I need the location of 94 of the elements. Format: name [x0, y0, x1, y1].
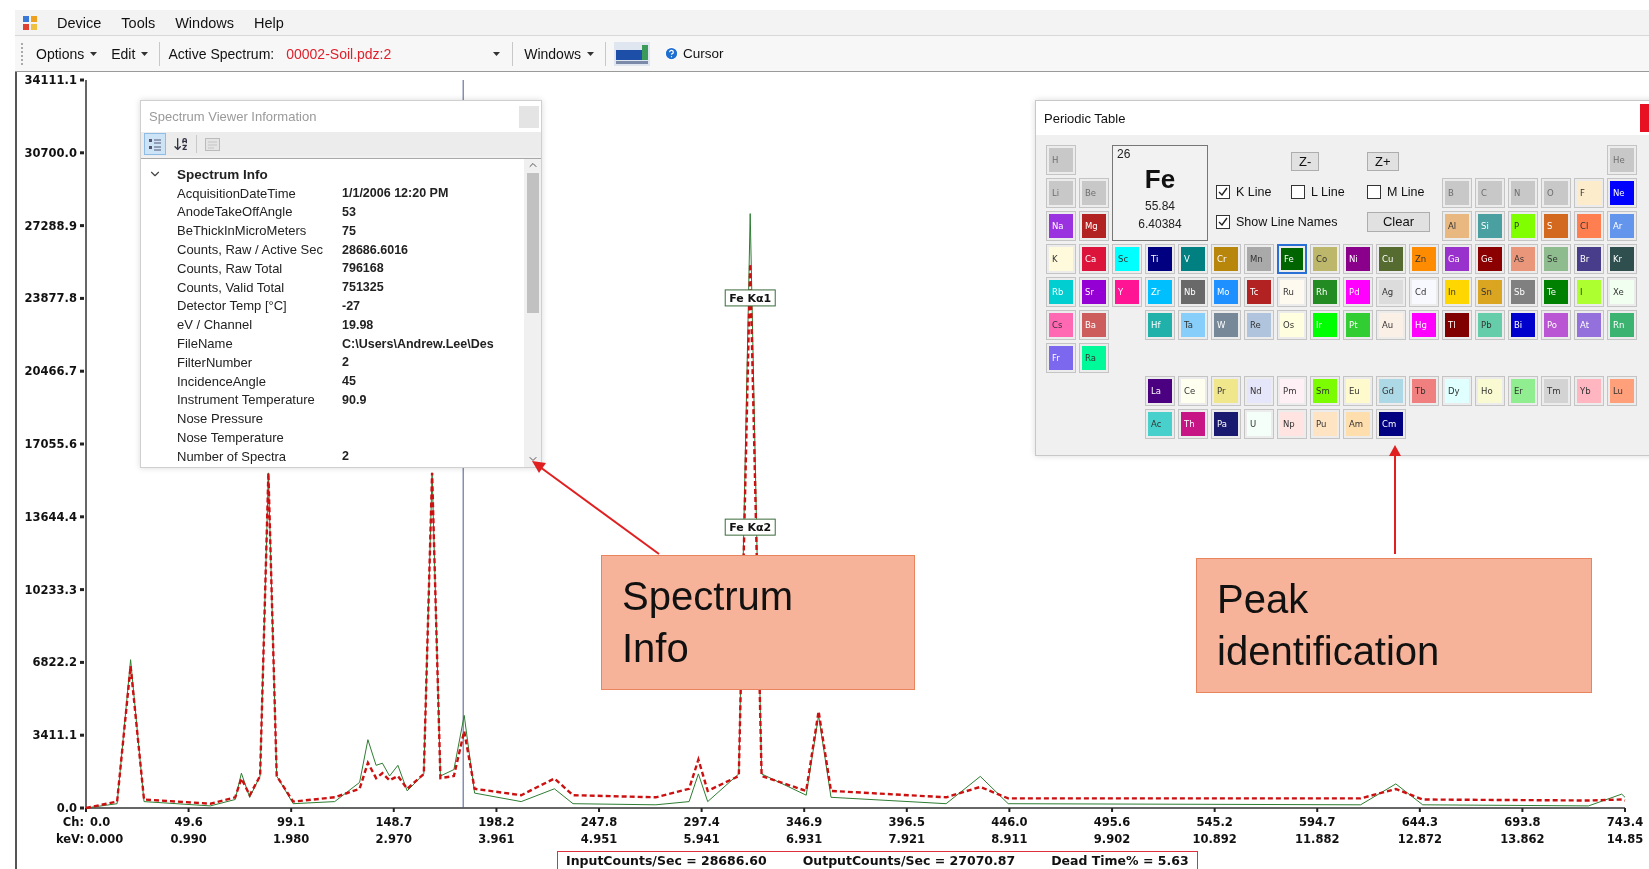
property-value: 90.9: [342, 392, 368, 407]
property-value: 53: [342, 205, 357, 219]
axis-label: keV:: [55, 832, 84, 846]
property-name: IncidenceAngle: [177, 373, 267, 389]
x-tick-label: 148.7: [375, 815, 412, 829]
property-value: 751325: [342, 280, 385, 295]
x-tick-label: 446.0: [991, 815, 1028, 829]
property-name: Detector Temp [°C]: [177, 298, 288, 314]
property-value: C:\Users\Andrew.Lee\Des: [342, 336, 495, 351]
status-text: Dead Time% = 5.63: [1051, 853, 1189, 868]
element-symbol: Fe: [1144, 164, 1176, 195]
property-value: 19.98: [342, 317, 375, 332]
y-tick-label: 23877.8: [24, 291, 77, 306]
property-value: -27: [342, 298, 362, 313]
x-tick-label: 198.2: [478, 815, 515, 829]
category-label: Spectrum Info: [176, 166, 268, 182]
checkbox-label: M Line: [1387, 184, 1425, 199]
x-tick-label: 49.6: [174, 815, 203, 829]
x-tick-label: 12.872: [1397, 832, 1442, 846]
x-tick-label: 644.3: [1401, 815, 1438, 829]
x-tick-label: 0.0: [90, 815, 111, 829]
property-value: 45: [342, 374, 357, 389]
x-tick-label: 2.970: [375, 832, 412, 846]
annotation: Fe Kα2: [729, 521, 772, 535]
property-name: FileName: [177, 336, 234, 352]
window-title: Periodic Table: [1044, 110, 1126, 126]
property-value: 796168: [342, 261, 385, 276]
property-value: 1/1/2006 12:20 PM: [342, 186, 450, 201]
x-tick-label: 13.862: [1500, 832, 1545, 846]
x-tick-label: 9.902: [1093, 832, 1131, 846]
x-tick-label: 14.85: [1606, 832, 1644, 846]
property-name: Counts, Raw / Active Sec: [177, 242, 324, 258]
atomic-mass: 55.84: [1145, 199, 1175, 213]
x-tick-label: 4.951: [580, 832, 618, 846]
y-tick-label: 3411.1: [32, 728, 77, 743]
x-tick-label: 0.990: [170, 832, 207, 846]
property-name: BeThickInMicroMeters: [177, 223, 308, 239]
y-tick-label: 27288.9: [24, 218, 77, 233]
x-tick-label: 693.8: [1504, 815, 1541, 829]
property-value: 75: [342, 223, 357, 238]
property-name: AnodeTakeOffAngle: [177, 204, 294, 220]
checkbox-label: Show Line Names: [1236, 214, 1338, 229]
x-tick-label: 743.4: [1606, 815, 1644, 829]
y-tick-label: 20466.7: [24, 364, 77, 379]
x-tick-label: 8.911: [991, 832, 1028, 846]
y-tick-label: 17055.6: [24, 437, 77, 451]
property-name: Instrument Temperature: [177, 392, 316, 408]
peak-label: Fe Kα1: [724, 289, 776, 307]
property-value: 28686.6016: [342, 242, 410, 257]
property-name: Nose Pressure: [177, 411, 264, 427]
x-tick-label: 594.7: [1299, 815, 1336, 829]
checkbox-label: K Line: [1236, 184, 1272, 199]
x-tick-label: 0.000: [87, 832, 124, 846]
x-tick-label: 7.921: [888, 832, 925, 846]
x-tick-label: 3.961: [478, 832, 515, 846]
line-energy: 6.40384: [1138, 217, 1182, 231]
annotation: Fe Kα1: [729, 291, 772, 305]
x-tick-label: 495.6: [1093, 815, 1131, 829]
x-tick-label: 99.1: [277, 815, 306, 829]
x-tick-label: 10.892: [1192, 832, 1237, 846]
property-name: eV / Channel: [177, 317, 254, 333]
x-tick-label: 1.980: [273, 832, 310, 846]
y-tick-label: 6822.2: [32, 655, 77, 670]
y-tick-label: 0.0: [56, 801, 77, 815]
panel-title: Spectrum Viewer Information: [149, 109, 317, 124]
property-value: 2: [342, 355, 350, 370]
peak-label: Fe Kα2: [724, 518, 776, 536]
x-tick-label: 396.5: [888, 815, 925, 829]
x-tick-label: 247.8: [580, 815, 618, 829]
status-text: OutputCounts/Sec = 27070.87: [802, 853, 1016, 868]
property-name: AcquisitionDateTime: [177, 185, 297, 201]
x-tick-label: 545.2: [1196, 815, 1233, 829]
checkbox-label: L Line: [1311, 184, 1345, 199]
atomic-number: 26: [1117, 147, 1131, 161]
property-name: FilterNumber: [177, 354, 254, 370]
x-tick-label: 11.882: [1295, 832, 1340, 846]
property-name: Number of Spectra: [177, 448, 288, 464]
x-tick-label: 6.931: [786, 832, 823, 846]
property-name: Nose Temperature: [177, 430, 285, 446]
callout-text: Peak identification: [1217, 576, 1441, 675]
x-tick-label: 346.9: [786, 815, 823, 829]
property-value: 2: [342, 449, 350, 464]
y-tick-label: 34111.1: [24, 73, 77, 87]
property-name: Counts, Valid Total: [177, 279, 286, 295]
axis-label: Ch:: [62, 815, 84, 829]
status-text: InputCounts/Sec = 28686.60: [566, 853, 767, 868]
x-tick-label: 297.4: [683, 815, 720, 829]
x-tick-label: 5.941: [683, 832, 720, 846]
callout-text: Spectrum Info: [622, 573, 795, 672]
property-name: Counts, Raw Total: [177, 260, 284, 276]
y-tick-label: 13644.4: [24, 509, 77, 524]
field-label: Active Spectrum:: [168, 45, 275, 62]
y-tick-label: 30700.0: [24, 145, 77, 160]
y-tick-label: 10233.3: [24, 582, 77, 597]
